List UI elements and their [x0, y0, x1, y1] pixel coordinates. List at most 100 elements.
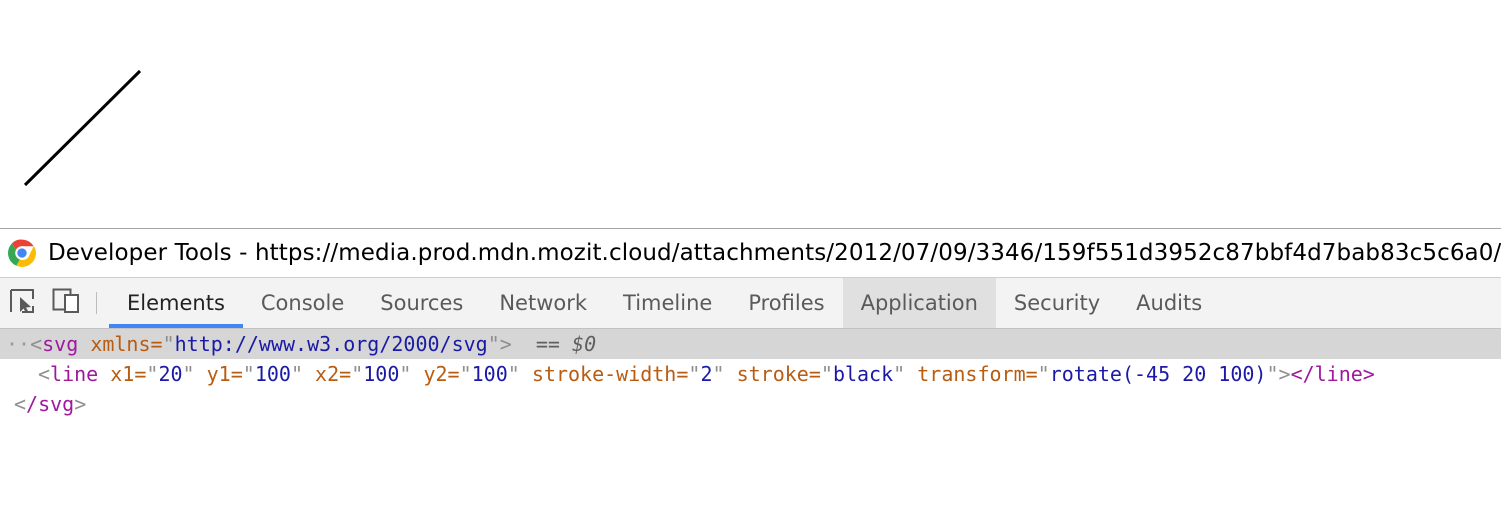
- tab-security[interactable]: Security: [996, 278, 1118, 328]
- quote: ": [1266, 362, 1279, 386]
- attr-value-stroke-width[interactable]: 2: [700, 362, 712, 386]
- selection-marker: ==: [535, 332, 560, 356]
- tab-application[interactable]: Application: [842, 278, 996, 328]
- attr-value-stroke[interactable]: black: [833, 362, 893, 386]
- quote: ": [351, 362, 364, 386]
- rendered-svg-line: [23, 69, 142, 187]
- tab-label: Timeline: [623, 291, 713, 315]
- device-toolbar-button[interactable]: [44, 278, 88, 328]
- quote-open: ": [162, 332, 175, 356]
- page-viewport: [0, 0, 1501, 228]
- attr-name-transform[interactable]: transform: [917, 362, 1025, 386]
- tab-label: Elements: [127, 291, 225, 315]
- tab-profiles[interactable]: Profiles: [730, 278, 842, 328]
- attr-name-stroke[interactable]: stroke: [737, 362, 809, 386]
- elements-dom-tree[interactable]: ··<svg xmlns="http://www.w3.org/2000/svg…: [0, 329, 1501, 419]
- quote: ": [893, 362, 906, 386]
- svg-line-element: [23, 69, 142, 187]
- tag-name: line: [50, 362, 99, 386]
- tab-label: Console: [260, 291, 345, 315]
- line-end-tag: </line>: [1290, 362, 1375, 386]
- devtools-panel-tabs: Elements Console Sources Network Timelin…: [109, 278, 1220, 328]
- tag-name: svg: [38, 392, 75, 416]
- quote: ": [146, 362, 159, 386]
- equals: =: [339, 362, 352, 386]
- tab-label: Sources: [380, 291, 464, 315]
- angle-close: >: [499, 332, 512, 356]
- tab-label: Audits: [1136, 291, 1203, 315]
- equals: =: [1025, 362, 1038, 386]
- attr-value-y1[interactable]: 100: [255, 362, 291, 386]
- tab-elements[interactable]: Elements: [109, 278, 243, 328]
- dom-node-line[interactable]: <line x1="20" y1="100" x2="100" y2="100"…: [0, 359, 1501, 389]
- equals: =: [230, 362, 243, 386]
- equals: =: [150, 332, 163, 356]
- tab-console[interactable]: Console: [243, 278, 362, 328]
- tab-audits[interactable]: Audits: [1118, 278, 1220, 328]
- quote-close: ": [487, 332, 500, 356]
- quote: ": [712, 362, 725, 386]
- attr-name-y1[interactable]: y1: [207, 362, 231, 386]
- dom-node-svg-close[interactable]: </svg>: [0, 389, 1501, 419]
- quote: ": [1037, 362, 1050, 386]
- tab-sources[interactable]: Sources: [362, 278, 481, 328]
- equals: =: [134, 362, 147, 386]
- attr-value-y2[interactable]: 100: [472, 362, 508, 386]
- attr-value-x1[interactable]: 20: [158, 362, 182, 386]
- attr-name-x2[interactable]: x2: [315, 362, 339, 386]
- inspect-element-icon: [9, 288, 35, 319]
- attr-name-stroke-width[interactable]: stroke-width: [532, 362, 677, 386]
- angle-open: <: [14, 392, 27, 416]
- collapse-ellipsis: ··: [6, 332, 31, 356]
- chrome-logo-icon: [8, 239, 36, 267]
- devtools-window: Developer Tools - https://media.prod.mdn…: [0, 228, 1501, 519]
- equals: =: [676, 362, 689, 386]
- quote: ": [182, 362, 195, 386]
- attr-value-x2[interactable]: 100: [363, 362, 399, 386]
- quote: ": [459, 362, 472, 386]
- angle-open: <: [38, 362, 51, 386]
- tab-network[interactable]: Network: [481, 278, 605, 328]
- quote: ": [507, 362, 520, 386]
- tab-label: Security: [1013, 291, 1101, 315]
- quote: ": [399, 362, 412, 386]
- tab-label: Network: [499, 291, 588, 315]
- angle-open: <: [30, 332, 43, 356]
- angle-close: >: [74, 392, 87, 416]
- attr-value-xmlns[interactable]: http://www.w3.org/2000/svg: [175, 332, 488, 356]
- quote: ": [688, 362, 701, 386]
- tag-name: svg: [42, 332, 79, 356]
- toolbar-divider: [96, 292, 97, 314]
- equals: =: [447, 362, 460, 386]
- devtools-titlebar: Developer Tools - https://media.prod.mdn…: [0, 229, 1501, 277]
- angle-close: >: [1278, 362, 1291, 386]
- attr-name-xmlns[interactable]: xmlns: [90, 332, 150, 356]
- equals: =: [808, 362, 821, 386]
- gap2: [560, 332, 572, 356]
- attr-name-x1[interactable]: x1: [110, 362, 134, 386]
- tab-timeline[interactable]: Timeline: [605, 278, 730, 328]
- device-toolbar-icon: [52, 288, 80, 319]
- devtools-window-title: Developer Tools - https://media.prod.mdn…: [48, 240, 1501, 266]
- quote: ": [290, 362, 303, 386]
- tab-label: Application: [860, 291, 978, 315]
- quote: ": [820, 362, 833, 386]
- attr-value-transform[interactable]: rotate(-45 20 100): [1050, 362, 1267, 386]
- devtools-toolbar: Elements Console Sources Network Timelin…: [0, 277, 1501, 329]
- inspect-element-button[interactable]: [0, 278, 44, 328]
- tab-label: Profiles: [748, 291, 825, 315]
- attr-name-y2[interactable]: y2: [423, 362, 447, 386]
- selection-variable: $0: [572, 332, 597, 356]
- quote: ": [242, 362, 255, 386]
- slash: /: [26, 392, 39, 416]
- dom-node-svg-open[interactable]: ··<svg xmlns="http://www.w3.org/2000/svg…: [0, 329, 1501, 359]
